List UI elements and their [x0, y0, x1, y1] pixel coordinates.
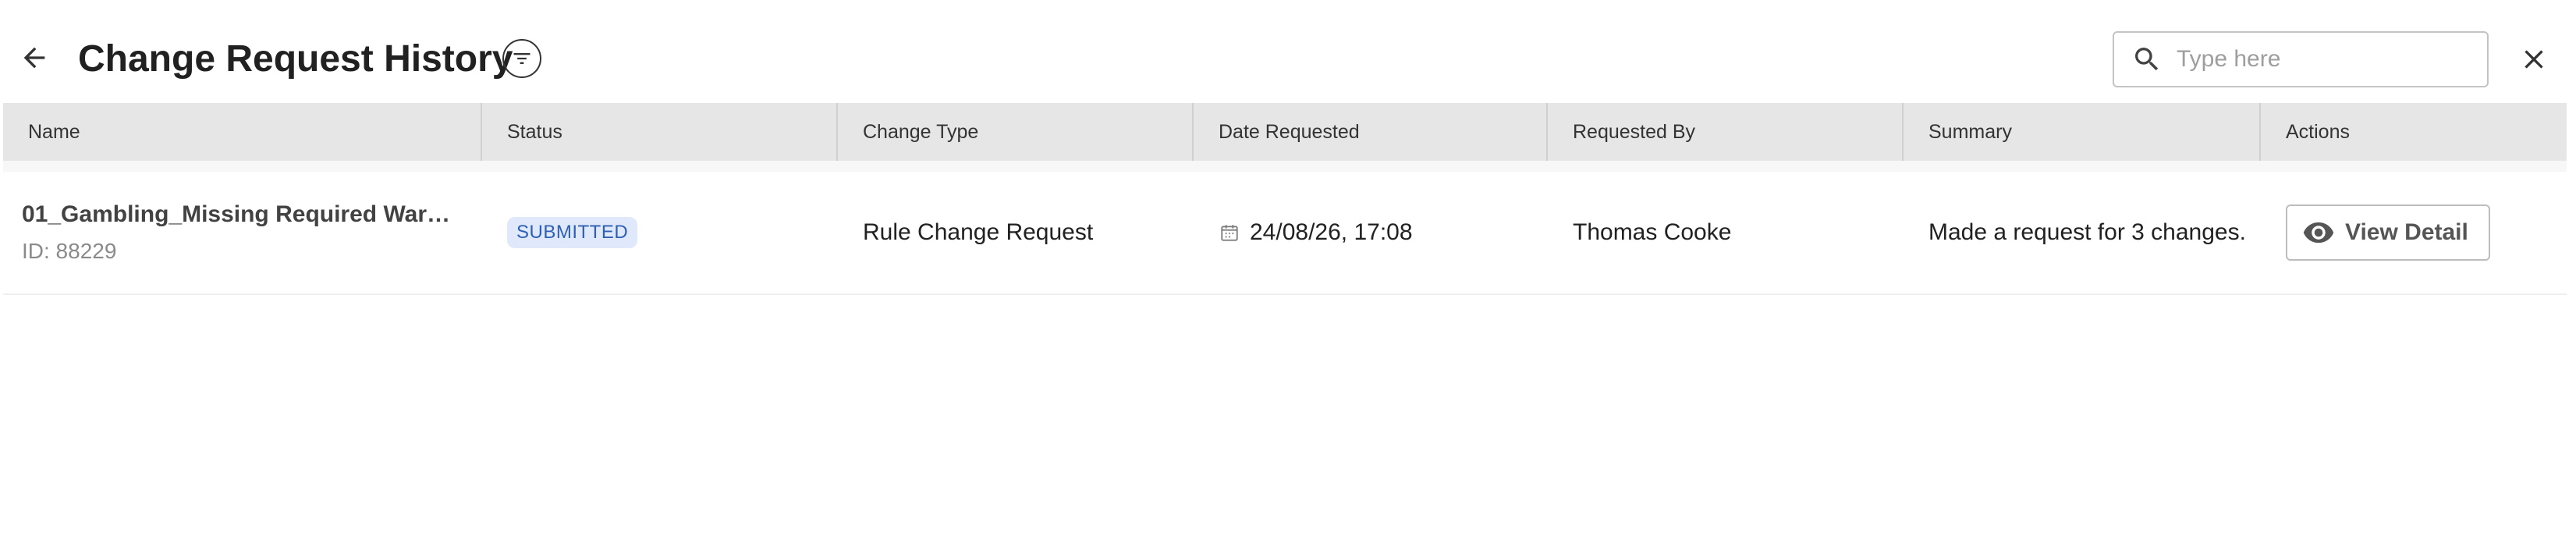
column-header-actions: Actions — [2286, 120, 2350, 143]
search-icon — [2130, 42, 2164, 76]
page-header: Change Request History — [0, 0, 2576, 103]
date-requested-value: 24/08/26, 17:08 — [1250, 219, 1413, 245]
back-button[interactable] — [16, 39, 53, 76]
eye-icon — [2301, 215, 2336, 250]
date-requested-cell: 24/08/26, 17:08 — [1194, 172, 1548, 293]
column-header-change-type[interactable]: Change Type — [838, 103, 1194, 161]
change-request-table: Name Status Change Type Date Requested R… — [3, 103, 2567, 295]
name-cell: 01_Gambling_Missing Required Warnin… ID:… — [3, 172, 482, 293]
close-button[interactable] — [2515, 41, 2553, 78]
page-title: Change Request History — [78, 38, 513, 80]
view-detail-button[interactable]: View Detail — [2286, 204, 2490, 261]
request-name: 01_Gambling_Missing Required Warnin… — [22, 201, 459, 227]
table-body: 01_Gambling_Missing Required Warnin… ID:… — [3, 172, 2567, 295]
summary-cell: Made a request for 3 changes. — [1928, 219, 2246, 245]
status-badge: SUBMITTED — [507, 217, 638, 248]
search-input[interactable] — [2177, 46, 2473, 73]
column-header-name[interactable]: Name — [3, 103, 482, 161]
column-header-status[interactable]: Status — [482, 103, 838, 161]
view-detail-label: View Detail — [2345, 219, 2468, 245]
requested-by-cell: Thomas Cooke — [1573, 219, 1732, 245]
change-type-cell: Rule Change Request — [863, 219, 1094, 245]
calendar-icon — [1219, 222, 1240, 244]
filter-button[interactable] — [502, 39, 541, 78]
filter-icon — [513, 53, 530, 64]
column-header-summary[interactable]: Summary — [1904, 103, 2261, 161]
column-header-date-requested[interactable]: Date Requested — [1194, 103, 1548, 161]
arrow-left-icon — [23, 47, 45, 69]
actions-cell: View Detail — [2261, 172, 2567, 293]
table-row[interactable]: 01_Gambling_Missing Required Warnin… ID:… — [3, 172, 2567, 295]
search-box — [2113, 31, 2489, 87]
column-header-requested-by[interactable]: Requested By — [1548, 103, 1904, 161]
table-header-row: Name Status Change Type Date Requested R… — [3, 103, 2567, 161]
status-cell: SUBMITTED — [482, 172, 838, 293]
header-divider — [3, 161, 2567, 172]
request-id: ID: 88229 — [22, 239, 117, 263]
close-icon — [2525, 50, 2543, 69]
